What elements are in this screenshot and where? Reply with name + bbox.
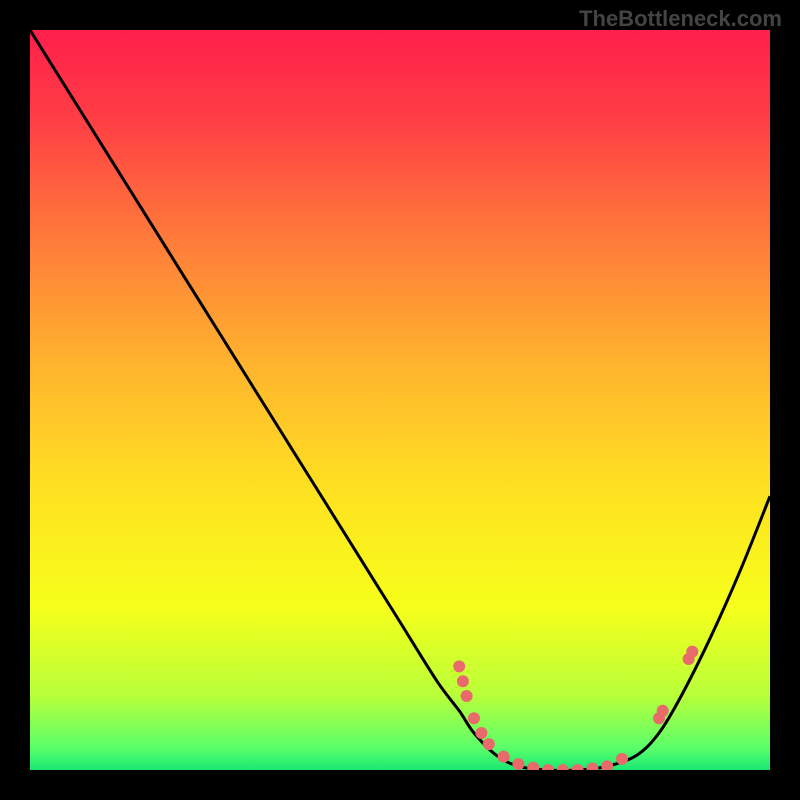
data-marker [475, 727, 487, 739]
data-marker [686, 646, 698, 658]
data-marker [512, 758, 524, 770]
chart-container: TheBottleneck.com [0, 0, 800, 800]
data-marker [657, 705, 669, 717]
data-marker [453, 660, 465, 672]
data-marker [616, 753, 628, 765]
data-marker [457, 675, 469, 687]
data-marker [468, 712, 480, 724]
chart-svg [30, 30, 770, 770]
data-marker [483, 738, 495, 750]
data-marker [498, 751, 510, 763]
gradient-background [30, 30, 770, 770]
watermark-text: TheBottleneck.com [579, 6, 782, 32]
plot-area [30, 30, 770, 770]
data-marker [461, 690, 473, 702]
